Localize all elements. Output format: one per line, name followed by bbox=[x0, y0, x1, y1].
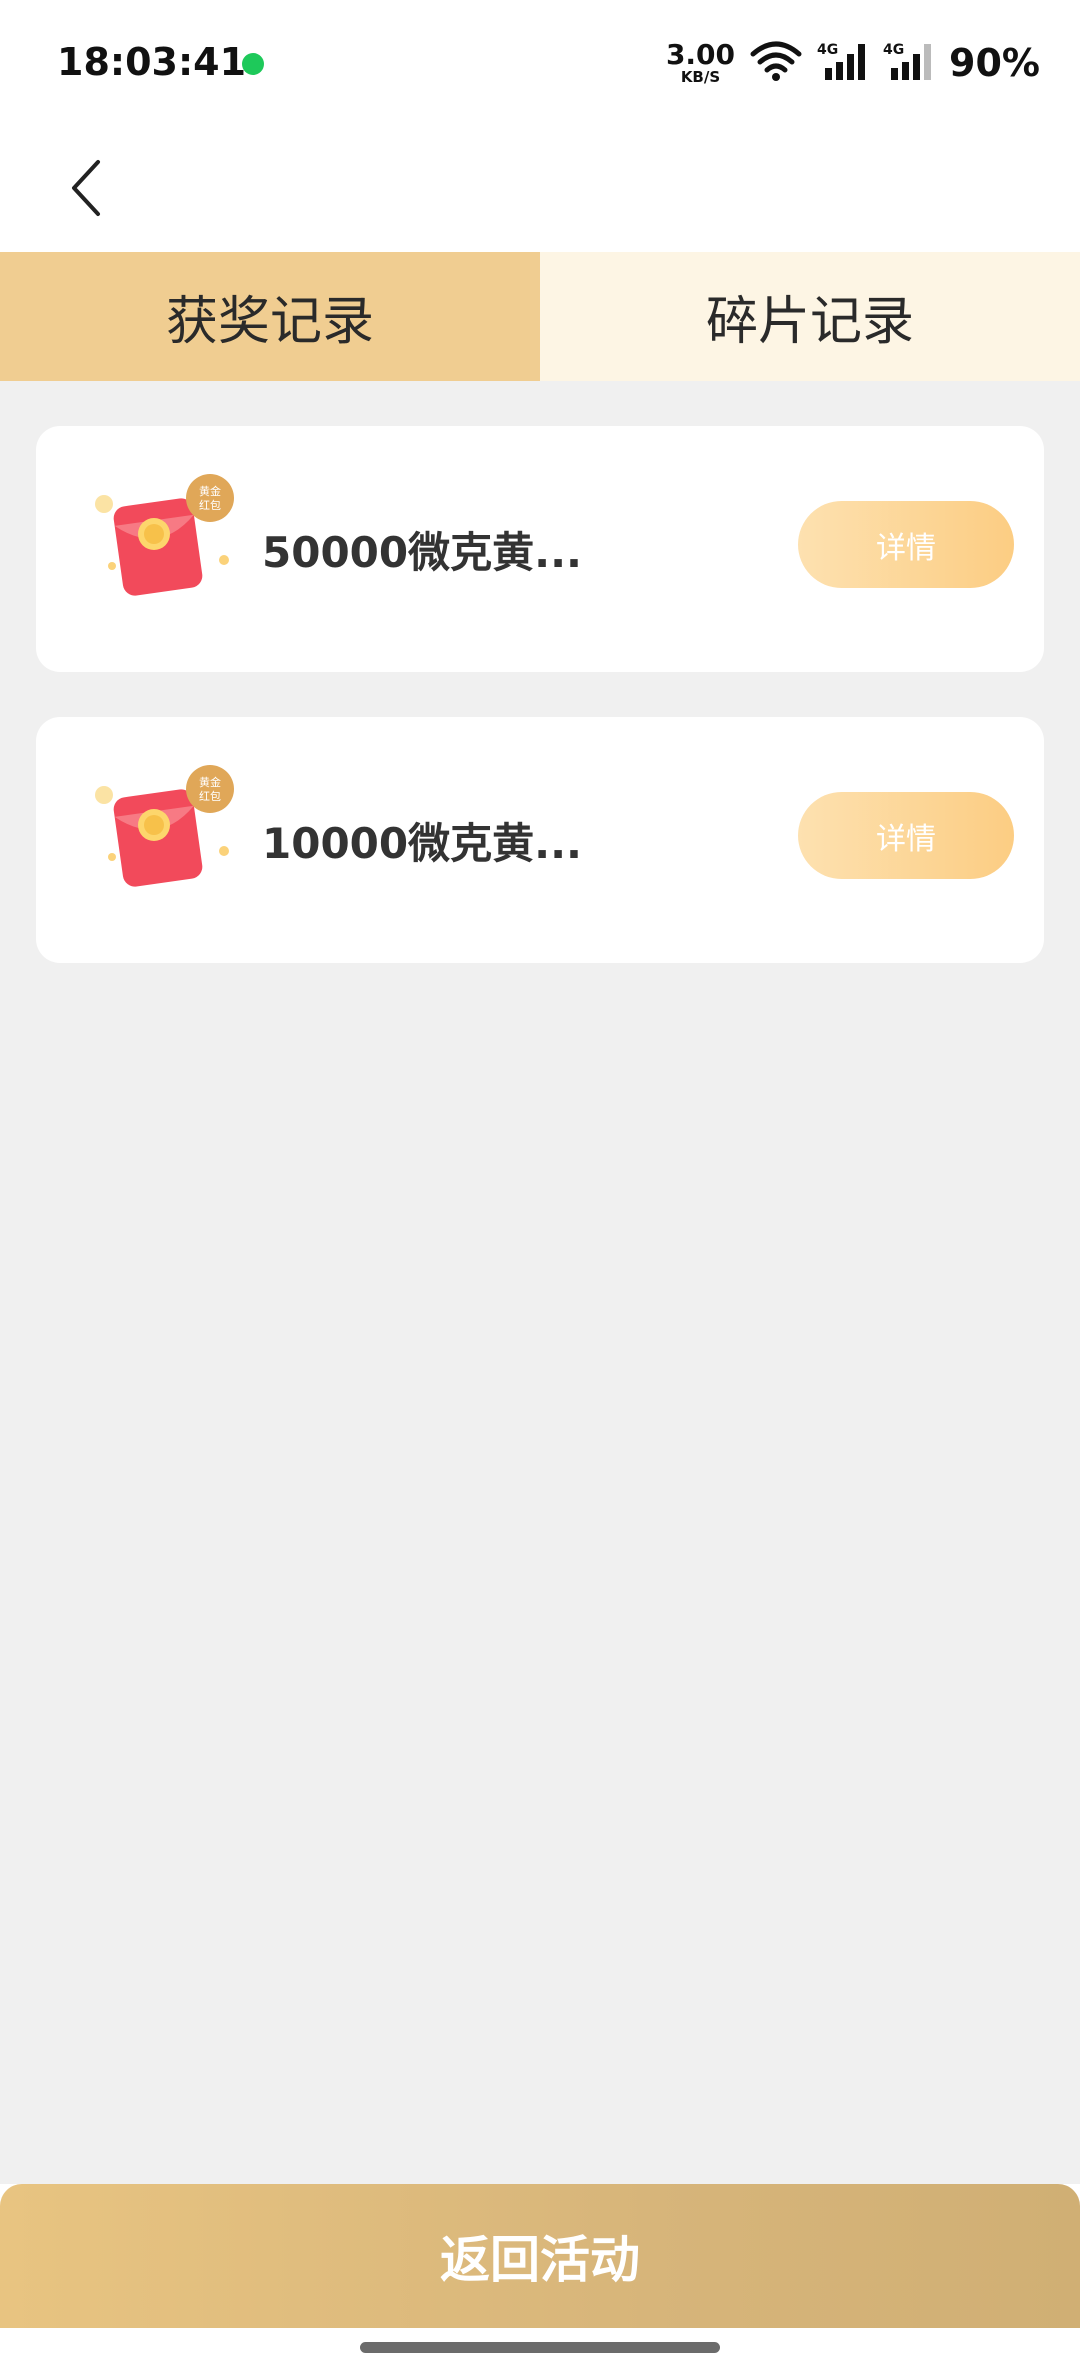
list-item: 黄金 红包 50000微克黄... 详情 bbox=[36, 426, 1044, 672]
badge-line-1: 黄金 bbox=[199, 484, 221, 498]
tab-prize-records[interactable]: 获奖记录 bbox=[0, 252, 540, 381]
bottom-bar: 返回活动 bbox=[0, 2184, 1080, 2376]
status-time: 18:03:41 bbox=[57, 40, 247, 84]
net-speed: 3.00 KB/S bbox=[666, 41, 735, 85]
status-indicators: 3.00 KB/S 4G 4G 90% bbox=[666, 38, 1040, 88]
gold-red-envelope-icon: 黄金 红包 bbox=[92, 765, 262, 915]
tab-fragment-records[interactable]: 碎片记录 bbox=[540, 252, 1080, 381]
signal-4g-icon: 4G bbox=[817, 40, 869, 86]
header bbox=[0, 126, 1080, 252]
prize-record-list: 黄金 红包 50000微克黄... 详情 黄金 红包 10000微克黄... 详… bbox=[36, 426, 1044, 1008]
svg-text:4G: 4G bbox=[883, 42, 904, 58]
prize-title: 50000微克黄... bbox=[262, 527, 582, 577]
details-button[interactable]: 详情 bbox=[798, 501, 1014, 588]
badge-line-1: 黄金 bbox=[199, 775, 221, 789]
battery-level: 90% bbox=[949, 41, 1040, 85]
back-button[interactable] bbox=[56, 152, 116, 228]
net-speed-value: 3.00 bbox=[665, 38, 736, 71]
return-to-activity-button[interactable]: 返回活动 bbox=[0, 2184, 1080, 2328]
wifi-icon bbox=[749, 40, 803, 86]
wechat-notification-icon bbox=[242, 53, 264, 75]
svg-text:4G: 4G bbox=[817, 42, 838, 58]
chevron-left-icon bbox=[66, 158, 106, 222]
badge-line-2: 红包 bbox=[199, 499, 221, 512]
record-tabs: 获奖记录 碎片记录 bbox=[0, 252, 1080, 381]
home-indicator[interactable] bbox=[360, 2342, 720, 2353]
details-button[interactable]: 详情 bbox=[798, 792, 1014, 879]
badge-line-2: 红包 bbox=[199, 790, 221, 803]
status-bar: 18:03:41 3.00 KB/S 4G 4G 90% bbox=[0, 0, 1080, 126]
gold-red-envelope-icon: 黄金 红包 bbox=[92, 474, 262, 624]
signal-4g-icon: 4G bbox=[883, 40, 935, 86]
prize-title: 10000微克黄... bbox=[262, 818, 582, 868]
list-item: 黄金 红包 10000微克黄... 详情 bbox=[36, 717, 1044, 963]
net-speed-unit: KB/S bbox=[680, 68, 721, 86]
